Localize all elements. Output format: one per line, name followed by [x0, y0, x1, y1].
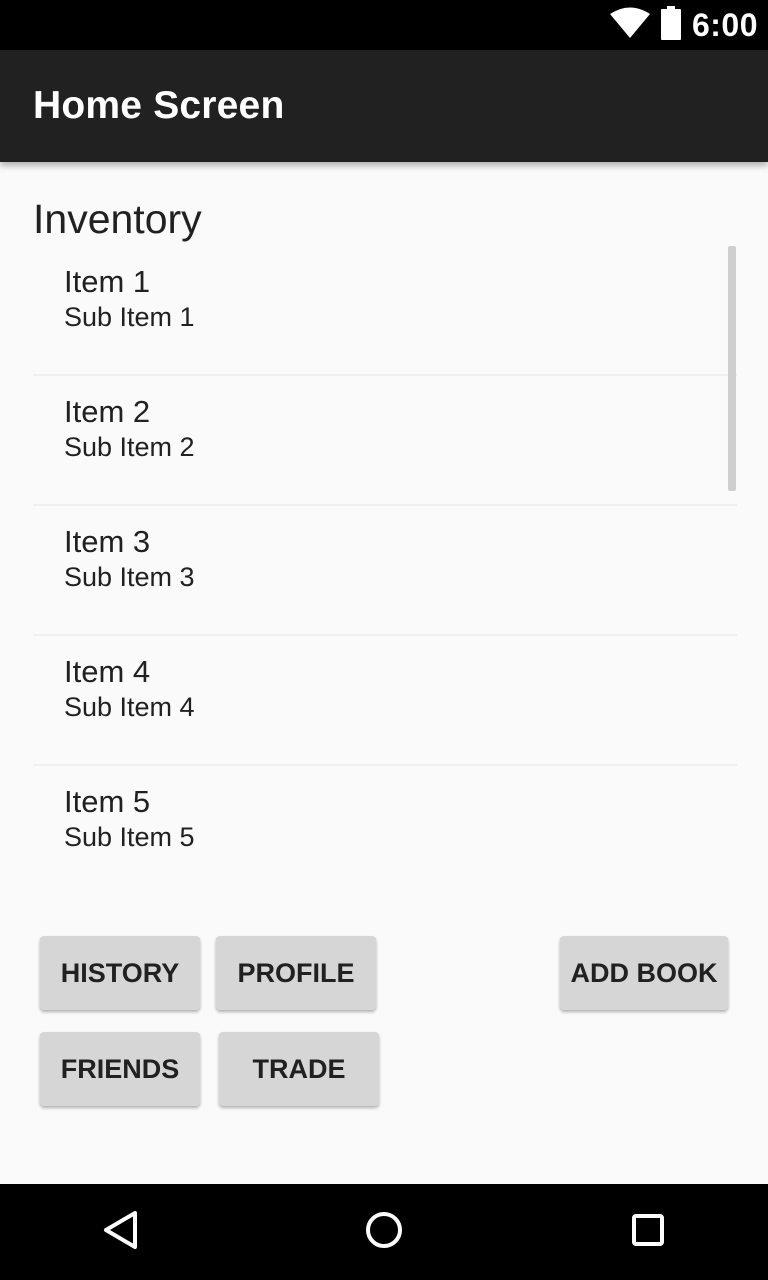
- item-subtitle: Sub Item 1: [64, 302, 195, 332]
- list-item[interactable]: Item 2 Sub Item 2: [33, 376, 737, 506]
- item-subtitle: Sub Item 2: [64, 432, 195, 462]
- status-icons: 6:00: [609, 0, 758, 50]
- history-button[interactable]: HISTORY: [40, 936, 200, 1010]
- inventory-list[interactable]: Item 1 Sub Item 1 Item 2 Sub Item 2 Item…: [33, 246, 737, 870]
- home-icon: [364, 1210, 404, 1255]
- status-time: 6:00: [691, 6, 758, 43]
- wifi-icon: [609, 7, 650, 44]
- list-item[interactable]: Item 5 Sub Item 5: [33, 766, 737, 870]
- item-subtitle: Sub Item 5: [64, 822, 195, 852]
- home-button[interactable]: [324, 1184, 444, 1280]
- item-subtitle: Sub Item 4: [64, 692, 195, 722]
- profile-button[interactable]: PROFILE: [216, 936, 376, 1010]
- app-bar: Home Screen: [0, 50, 768, 162]
- list-item[interactable]: Item 4 Sub Item 4: [33, 636, 737, 766]
- inventory-title: Inventory: [33, 196, 202, 242]
- navigation-bar: [0, 1184, 768, 1280]
- item-title: Item 2: [64, 394, 151, 429]
- status-bar: 6:00: [0, 0, 768, 50]
- list-item[interactable]: Item 3 Sub Item 3: [33, 506, 737, 636]
- item-subtitle: Sub Item 3: [64, 562, 195, 592]
- page-title: Home Screen: [33, 84, 285, 127]
- recents-button[interactable]: [588, 1184, 708, 1280]
- item-title: Item 4: [64, 654, 151, 689]
- item-title: Item 3: [64, 524, 151, 559]
- list-scrollbar[interactable]: [728, 246, 736, 491]
- recents-icon: [631, 1213, 665, 1252]
- battery-icon: [660, 5, 682, 45]
- list-item[interactable]: Item 1 Sub Item 1: [33, 246, 737, 376]
- item-title: Item 5: [64, 784, 151, 819]
- back-button[interactable]: [60, 1184, 180, 1280]
- friends-button[interactable]: FRIENDS: [40, 1032, 200, 1106]
- back-icon: [101, 1210, 139, 1255]
- item-title: Item 1: [64, 264, 151, 299]
- trade-button[interactable]: TRADE: [219, 1032, 379, 1106]
- add-book-button[interactable]: ADD BOOK: [560, 936, 728, 1010]
